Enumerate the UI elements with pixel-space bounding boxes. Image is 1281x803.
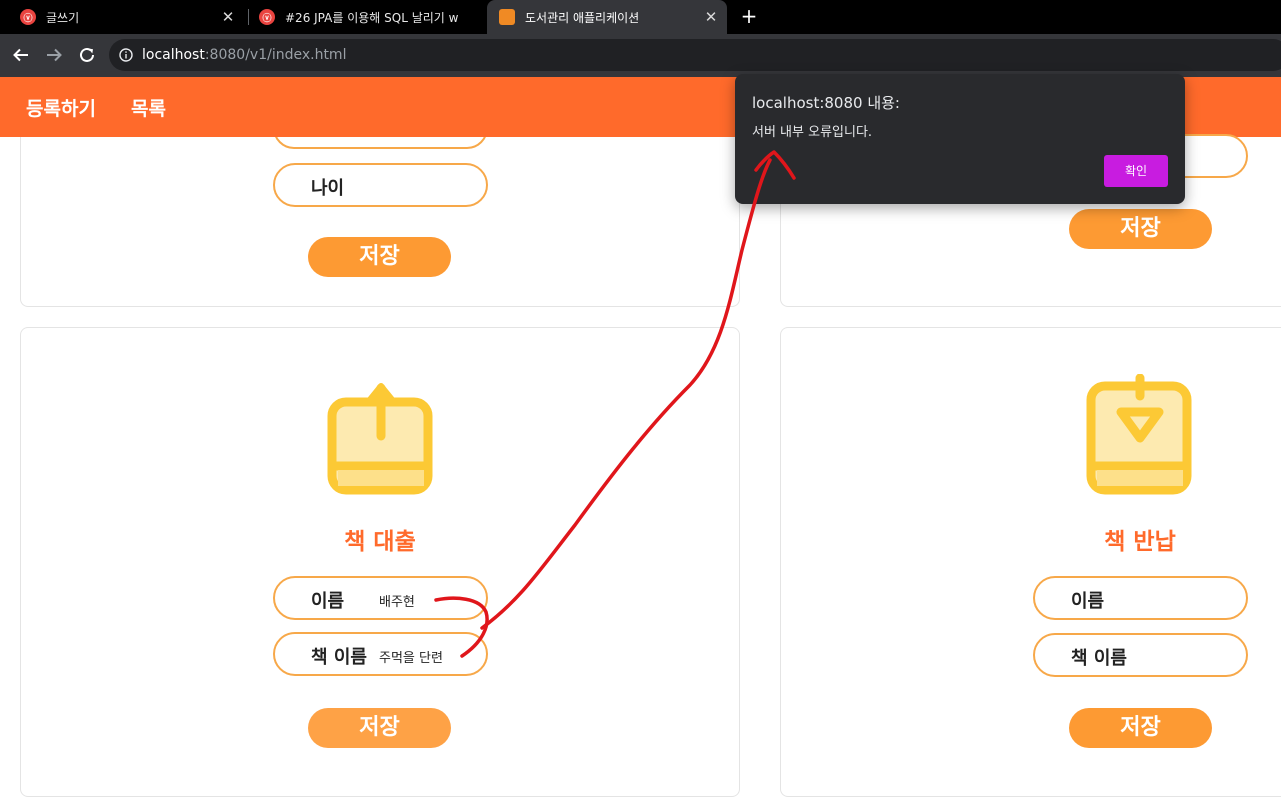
tab-separator <box>248 9 249 25</box>
browser-toolbar: localhost:8080/v1/index.html <box>0 34 1281 77</box>
field-label: 나이 <box>311 178 345 199</box>
field-label: 이름 <box>1071 591 1105 612</box>
velog-icon: ⓥ <box>20 9 36 25</box>
nav-register-link[interactable]: 등록하기 <box>26 94 96 121</box>
address-bar[interactable]: localhost:8080/v1/index.html <box>109 39 1281 71</box>
field-value: 배주현 <box>379 595 415 610</box>
tab-write[interactable]: ⓥ 글쓰기 ✕ <box>8 0 244 34</box>
arrow-right-icon <box>47 48 62 62</box>
book-download-icon <box>1086 374 1192 495</box>
velog-icon: ⓥ <box>259 9 275 25</box>
forward-button[interactable] <box>42 43 66 67</box>
top-right-save-button[interactable]: 저장 <box>1069 209 1212 249</box>
return-user-name-field[interactable]: 이름 <box>1033 576 1248 620</box>
return-save-button[interactable]: 저장 <box>1069 708 1212 748</box>
user-register-card: 나이 저장 <box>20 107 740 307</box>
loan-book-name-field[interactable]: 책 이름 주먹을 단련 <box>273 632 488 676</box>
field-label: 책 이름 <box>1071 648 1127 669</box>
book-return-card: 책 반납 이름 책 이름 저장 <box>780 327 1281 797</box>
back-button[interactable] <box>9 43 33 67</box>
return-book-name-field[interactable]: 책 이름 <box>1033 633 1248 677</box>
alert-title: localhost:8080 내용: <box>752 94 900 112</box>
info-icon[interactable] <box>119 48 133 62</box>
field-label: 책 이름 <box>311 647 367 668</box>
loan-save-button[interactable]: 저장 <box>308 708 451 748</box>
tab-library-app[interactable]: 도서관리 애플리케이션 ✕ <box>487 0 727 34</box>
tab-title: 글쓰기 <box>46 10 80 25</box>
book-upload-icon <box>327 383 433 495</box>
url-host: localhost <box>142 47 205 63</box>
reload-button[interactable] <box>75 43 99 67</box>
alert-ok-button[interactable]: 확인 <box>1104 155 1168 187</box>
tab-title: #26 JPA를 이용해 SQL 날리기 w <box>285 10 459 25</box>
tab-title: 도서관리 애플리케이션 <box>525 10 640 25</box>
url-path: :8080/v1/index.html <box>204 47 347 63</box>
alert-dialog: localhost:8080 내용: 서버 내부 오류입니다. 확인 <box>735 74 1185 204</box>
tab-jpa-post[interactable]: ⓥ #26 JPA를 이용해 SQL 날리기 w <box>250 0 486 34</box>
reload-icon <box>80 47 94 62</box>
nav-list-link[interactable]: 목록 <box>131 94 166 121</box>
alert-message: 서버 내부 오류입니다. <box>752 125 873 140</box>
book-favicon <box>499 9 515 25</box>
user-save-button[interactable]: 저장 <box>308 237 451 277</box>
user-age-field[interactable]: 나이 <box>273 163 488 207</box>
loan-user-name-field[interactable]: 이름 배주현 <box>273 576 488 620</box>
field-value: 주먹을 단련 <box>379 651 443 666</box>
browser-tab-strip: ⓥ 글쓰기 ✕ ⓥ #26 JPA를 이용해 SQL 날리기 w 도서관리 애플… <box>0 0 1281 34</box>
card-title: 책 반납 <box>1104 529 1176 555</box>
arrow-left-icon <box>13 48 28 62</box>
new-tab-button[interactable]: + <box>738 5 760 27</box>
url-text[interactable]: localhost:8080/v1/index.html <box>142 47 346 63</box>
field-label: 이름 <box>311 591 345 612</box>
book-loan-card: 책 대출 이름 배주현 책 이름 주먹을 단련 저장 <box>20 327 740 797</box>
card-title: 책 대출 <box>344 529 416 555</box>
close-icon[interactable]: ✕ <box>703 9 719 25</box>
close-icon[interactable]: ✕ <box>220 9 236 25</box>
